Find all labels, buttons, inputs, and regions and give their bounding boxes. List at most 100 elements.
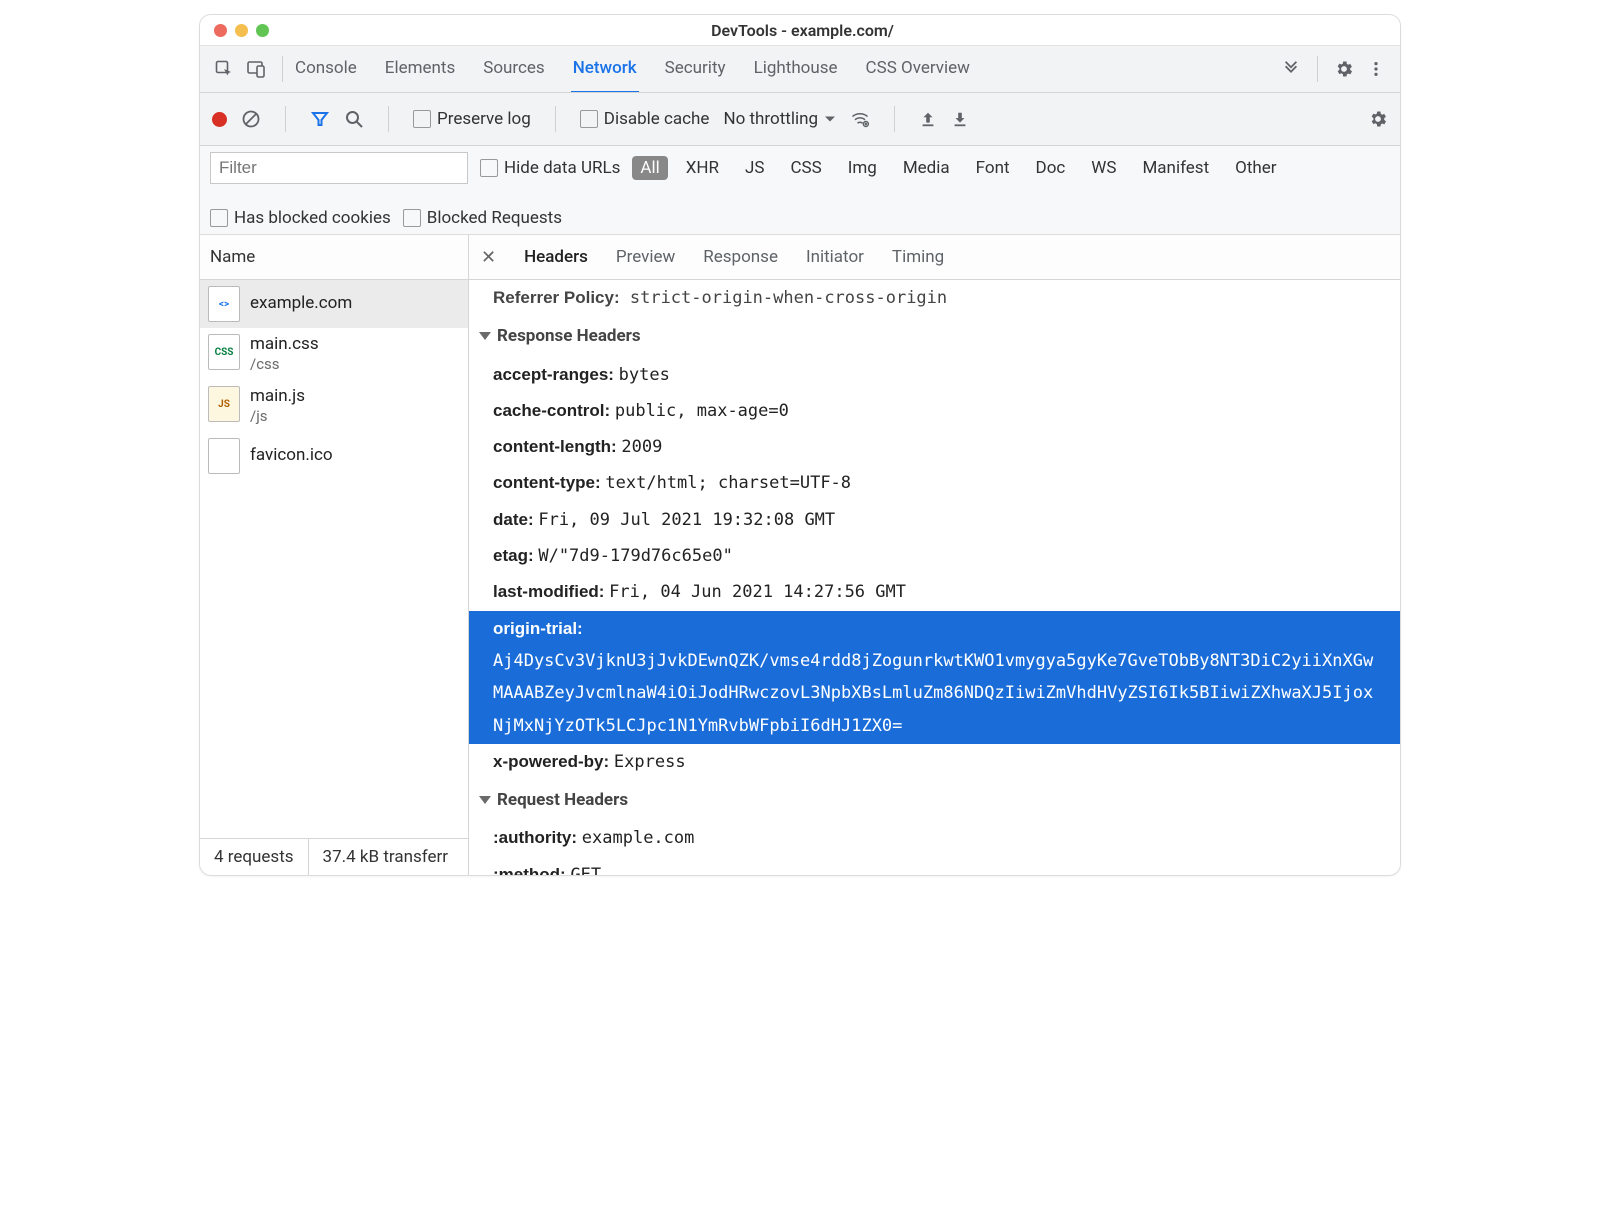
filter-type-js[interactable]: JS (737, 156, 772, 180)
blocked-requests-label: Blocked Requests (427, 208, 562, 228)
header-key: content-length: (493, 437, 621, 456)
header-key: etag: (493, 546, 538, 565)
request-list-panel: Name <>example.comCSSmain.css/cssJSmain.… (200, 235, 469, 875)
request-path: /js (250, 407, 305, 426)
tab-console[interactable]: Console (293, 46, 359, 92)
tab-elements[interactable]: Elements (383, 46, 457, 92)
minimize-icon[interactable] (235, 24, 248, 37)
header-row[interactable]: x-powered-by: Express (469, 744, 1400, 780)
header-value: public, max-age=0 (615, 401, 789, 421)
header-value: Fri, 09 Jul 2021 19:32:08 GMT (538, 510, 835, 530)
overflow-tabs-icon[interactable] (1279, 57, 1303, 81)
subtab-response[interactable]: Response (703, 247, 778, 267)
header-value: W/"7d9-179d76c65e0" (538, 546, 732, 566)
section-title: Request Headers (497, 784, 628, 816)
subtab-preview[interactable]: Preview (616, 247, 675, 267)
header-row[interactable]: last-modified: Fri, 04 Jun 2021 14:27:56… (469, 574, 1400, 610)
window-controls (214, 24, 269, 37)
tab-sources[interactable]: Sources (481, 46, 546, 92)
header-row[interactable]: etag: W/"7d9-179d76c65e0" (469, 538, 1400, 574)
filter-type-xhr[interactable]: XHR (678, 156, 727, 180)
filter-type-all[interactable]: All (632, 156, 667, 180)
disable-cache-checkbox[interactable]: Disable cache (580, 109, 710, 129)
request-row[interactable]: <>example.com (200, 280, 468, 328)
header-key: accept-ranges: (493, 365, 619, 384)
header-row[interactable]: date: Fri, 09 Jul 2021 19:32:08 GMT (469, 502, 1400, 538)
column-header-name[interactable]: Name (200, 235, 468, 280)
devtools-window: DevTools - example.com/ ConsoleElementsS… (199, 14, 1401, 876)
filter-type-manifest[interactable]: Manifest (1134, 156, 1217, 180)
upload-har-icon[interactable] (919, 110, 937, 128)
status-transfer: 37.4 kB transferr (309, 839, 462, 875)
network-toolbar: Preserve log Disable cache No throttling (200, 93, 1400, 146)
inspect-element-icon[interactable] (212, 57, 236, 81)
filter-type-doc[interactable]: Doc (1028, 156, 1074, 180)
throttling-select[interactable]: No throttling (723, 109, 836, 129)
subtab-initiator[interactable]: Initiator (806, 247, 864, 267)
filter-type-font[interactable]: Font (968, 156, 1018, 180)
tab-css-overview[interactable]: CSS Overview (864, 46, 972, 92)
hide-data-urls-checkbox[interactable]: Hide data URLs (480, 158, 620, 178)
preserve-log-checkbox[interactable]: Preserve log (413, 109, 531, 129)
status-bar: 4 requests 37.4 kB transferr (200, 838, 468, 875)
request-row[interactable]: JSmain.js/js (200, 380, 468, 432)
panel-settings-icon[interactable] (1368, 109, 1388, 129)
has-blocked-cookies-checkbox[interactable]: Has blocked cookies (210, 208, 391, 228)
search-icon[interactable] (344, 109, 364, 129)
zoom-icon[interactable] (256, 24, 269, 37)
header-key: date: (493, 510, 538, 529)
filter-type-other[interactable]: Other (1227, 156, 1284, 180)
toggle-device-icon[interactable] (244, 57, 268, 81)
tab-lighthouse[interactable]: Lighthouse (752, 46, 840, 92)
header-row[interactable]: origin-trial: Aj4DysCv3VjknU3jJvkDEwnQZK… (469, 611, 1400, 744)
request-path: /css (250, 355, 319, 374)
section-header[interactable]: Response Headers (469, 316, 1400, 356)
throttling-label: No throttling (723, 109, 818, 129)
disclosure-triangle-icon (479, 796, 491, 804)
file-type-icon: <> (208, 286, 240, 322)
close-icon[interactable] (214, 24, 227, 37)
header-key: x-powered-by: (493, 752, 614, 771)
header-row[interactable]: :method: GET (469, 857, 1400, 875)
header-value: GET (570, 865, 601, 875)
filter-bar: Hide data URLs All XHR JS CSS Img Media Font Do… (200, 146, 1400, 235)
section-header[interactable]: Request Headers (469, 780, 1400, 820)
header-row[interactable]: content-type: text/html; charset=UTF-8 (469, 465, 1400, 501)
header-row[interactable]: :authority: example.com (469, 820, 1400, 856)
header-key: last-modified: (493, 582, 609, 601)
request-row[interactable]: favicon.ico (200, 432, 468, 480)
kebab-menu-icon[interactable] (1364, 57, 1388, 81)
header-row[interactable]: accept-ranges: bytes (469, 357, 1400, 393)
close-details-icon[interactable]: ✕ (481, 247, 496, 268)
settings-icon[interactable] (1332, 57, 1356, 81)
header-key: content-type: (493, 473, 605, 492)
request-name: favicon.ico (250, 445, 333, 466)
status-requests: 4 requests (200, 839, 309, 875)
section-title: Response Headers (497, 320, 641, 352)
details-panel: ✕ HeadersPreviewResponseInitiatorTiming … (469, 235, 1400, 875)
filter-type-ws[interactable]: WS (1083, 156, 1124, 180)
filter-type-css[interactable]: CSS (782, 156, 829, 180)
record-button[interactable] (212, 112, 227, 127)
filter-type-img[interactable]: Img (840, 156, 885, 180)
filter-icon[interactable] (310, 109, 330, 129)
header-value: 2009 (621, 437, 662, 457)
file-type-icon: JS (208, 386, 240, 422)
blocked-requests-checkbox[interactable]: Blocked Requests (403, 208, 562, 228)
subtab-timing[interactable]: Timing (892, 247, 944, 267)
tab-network[interactable]: Network (571, 46, 639, 92)
subtab-headers[interactable]: Headers (524, 247, 588, 267)
filter-type-media[interactable]: Media (895, 156, 958, 180)
header-key: :authority: (493, 828, 582, 847)
header-row[interactable]: cache-control: public, max-age=0 (469, 393, 1400, 429)
file-type-icon (208, 438, 240, 474)
network-conditions-icon[interactable] (850, 109, 870, 129)
header-row[interactable]: content-length: 2009 (469, 429, 1400, 465)
header-value: text/html; charset=UTF-8 (605, 473, 851, 493)
download-har-icon[interactable] (951, 110, 969, 128)
tab-security[interactable]: Security (663, 46, 728, 92)
filter-input[interactable] (210, 152, 468, 184)
header-key: origin-trial: (493, 619, 583, 638)
request-row[interactable]: CSSmain.css/css (200, 328, 468, 380)
clear-icon[interactable] (241, 109, 261, 129)
